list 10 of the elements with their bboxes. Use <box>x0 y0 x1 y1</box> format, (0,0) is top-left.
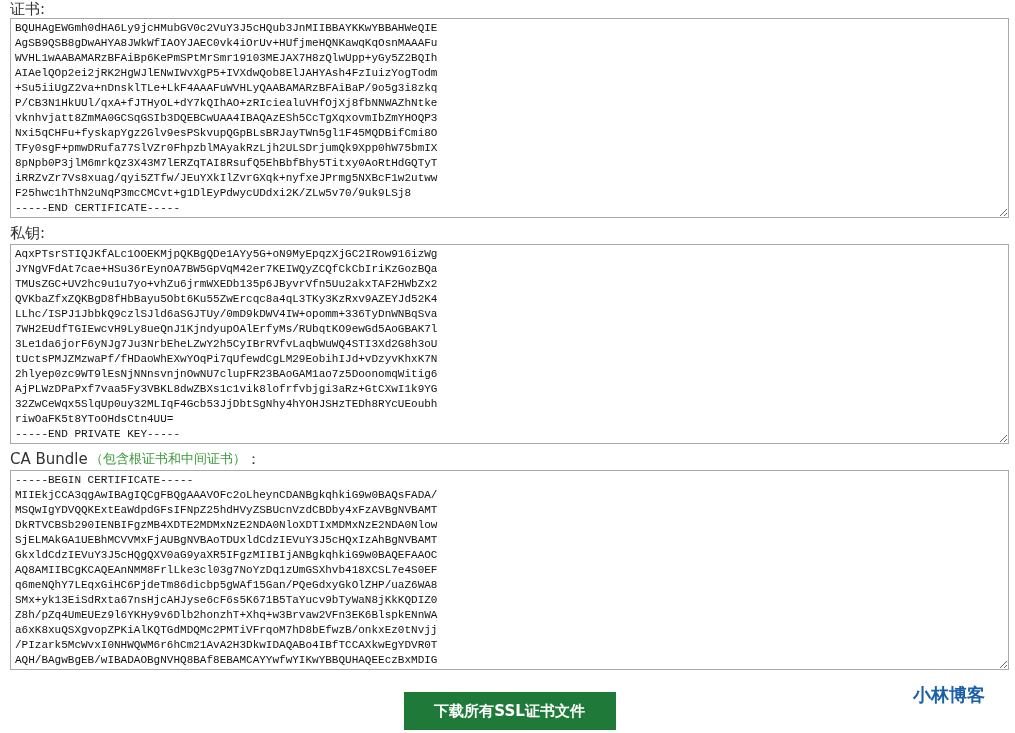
text-area[interactable]: AqxPTsrSTIQJKfALc1OOEKMjpQKBgQDe1AYy5G+oN9MyEpqzXjGC2IRow916izWg JYNgVFdAt7cae+HSu36rEynOA7BW5GpVqM42er7KEIWQyZCQfCkCbIriKzGozBQa TMUsZGC+UV2hc9u1u7yo+vhZu6jrmWXEDb135p6JByvrVfn5Uu2akxTAF2HWbZx2 QVKbaZfxZQKBgD8fHbBayu5Obt6Ku55ZwErcqc8a4qL3TKy3KzRxv9AZEYJd52K4 LLhc/ISPJ1JbbkQ9czlSJld6aSGJTUy/0mD9kDWV4IW+opomm+336TyDnWNBqSva 7WH2EUdfTGIEwcvH9Ly8ueQnJ1KjndyupOAlErfyMs/RUbqtKO9ewGd5AoGBAK7l 3Le1da6jorF6yNJg7Ju3NrbEheLZwY2h5CyIBrRVfvLaqbWuWQ4STI3Xd2G8h3oU tUctsPMJZMzwaPf/fHDaoWhEXwYOqPi7qUfewdCgLM29EobihIJd+vDzyvKhxK7N 2hlyep0zc9WT9lEsNjNNnsvnjnOwNU7clupFR23BAoGAM1ao7z5DoonomqWitig6 AjPLWzDPaPxf7vaa5Fy3VBKL8dwZBXs1c1vik8lofrfvbjgi3aRz+GtCXwI1k9YG 32ZwCeWqx5SlqUp0uy32MLIqF4Gcb53JjDbtSgNhy4hYOHJSHzTEDh8RYcUEoubh riwOaFK5t8YToOHdsCtn4UU= -----END PRIVATE KEY----- <box>10 244 1009 444</box>
label-colon: ： <box>245 449 261 469</box>
field-label: 私钥: <box>10 223 46 243</box>
field-label: 证书: <box>10 0 46 19</box>
field-label: CA Bundle <box>10 450 88 468</box>
download-button[interactable]: 下载所有SSL证书文件 <box>403 692 616 730</box>
field-note: （包含根证书和中间证书） <box>89 450 246 468</box>
text-area[interactable]: BQUHAgEWGmh0dHA6Ly9jcHMubGV0c2VuY3J5cHQub3JnMIIBBAYKKwYBBAHWeQIE AgSB9QSB8gDwAHYA8JWkWfIAOYJAEC0vk4iOrUv+HUfjmeHQNKawqKqOsnMAAAFu WVHL1wAABAMARzBFAiBp6KePmSPtMrSmr19103MEJAX7H8zQlwUpp+yGy5Z2BQIh AIAelQOp2ei2jRK2HgWJlENwIWvXgP5+IVXdwQob8ElJAHYAsh4FzIuizYogTodm +Su5iiUgZ2va+nDnsklTLe+LkF4AAAFuWVHLyQAABAMARzBFAiBaP/9o5g3i8zkq P/CB3N1HkUUl/qxA+fJTHyOL+dY7kQIhAO+zRIciealuVHfOjXj8fbNNWAZhNtke vknhvjatt8ZmMA0GCSqGSIb3DQEBCwUAA4IBAQAzESh5CcTgXqxovmIbZmYHOQP3 Nxi5qCHFu+fyskapYgz2Glv9esPSkvupQGpBLsBRJayTWn5gl1F45MQDBifCmi8O TFy0sgF+pmwDRufa77SlVZr0FhpzblMAyakRzLjh2ULSDrjumQk9Xpp0hW75bmIX 8pNpb0P3jlM6mrkQz3X43M7lERZqTAI8RsufQ5EhBbfBhy5Titxy0AoRtHdGQTyT iRRZvZr7Vs8xuag/qyi5ZTfw/JEuYXkIlZvrGXqk+nyfxeJPrmg5NXBcF1w2utww F25hwc1hThN2uNqP3mcCMCvt+g1DlEyPdwycUDdxi2K/ZLw5v70/9uk9LSj8 -----END CERTIFICATE----- <box>10 18 1009 218</box>
text-area[interactable]: -----BEGIN CERTIFICATE----- MIIEkjCCA3qgAwIBAgIQCgFBQgAAAVOFc2oLheynCDANBgkqhkiG9w0BAQsFADA/ MSQwIgYDVQQKExtEaWdpdGFsIFNpZ25hdHVyZSBUcnVzdCBDby4xFzAVBgNVBAMT DkRTVCBSb290IENBIFgzMB4XDTE2MDMxNzE2NDA0NloXDTIxMDMxNzE2NDA0Nlow SjELMAkGA1UEBhMCVVMxFjAUBgNVBAoTDUxldCdzIEVuY3J5cHQxIzAhBgNVBAMT GkxldCdzIEVuY3J5cHQgQXV0aG9yaXR5IFgzMIIBIjANBgkqhkiG9w0BAQEFAAOC AQ8AMIIBCgKCAQEAnNMM8FrlLke3cl03g7NoYzDq1zUmGSXhvb418XCSL7e4S0EF q6meNQhY7LEqxGiHC6PjdeTm86dicbp5gWAf15Gan/PQeGdxyGkOlZHP/uaZ6WA8 SMx+yk13EiSdRxta67nsHjcAHJyse6cF6s5K671B5TaYucv9bTyWaN8jKkKQDIZ0 Z8h/pZq4UmEUEz9l6YKHy9v6Dlb2honzhT+Xhq+w3Brvaw2VFn3EK6BlspkENnWA a6xK8xuQSXgvopZPKiAlKQTGdMDQMc2PMTiVFrqoM7hD8bEfwzB/onkxEz0tNvjj /PIzark5McWvxI0NHWQWM6r6hCm21AvA2H3DkwIDAQABo4IBfTCCAXkwEgYDVR0T AQH/BAgwBgEB/wIBADAOBgNVHQ8BAf8EBAMCAYYwfwYIKwYBBQUHAQEEczBxMDIG <box>10 470 1009 670</box>
logo-text: 小林博客 <box>913 683 985 707</box>
